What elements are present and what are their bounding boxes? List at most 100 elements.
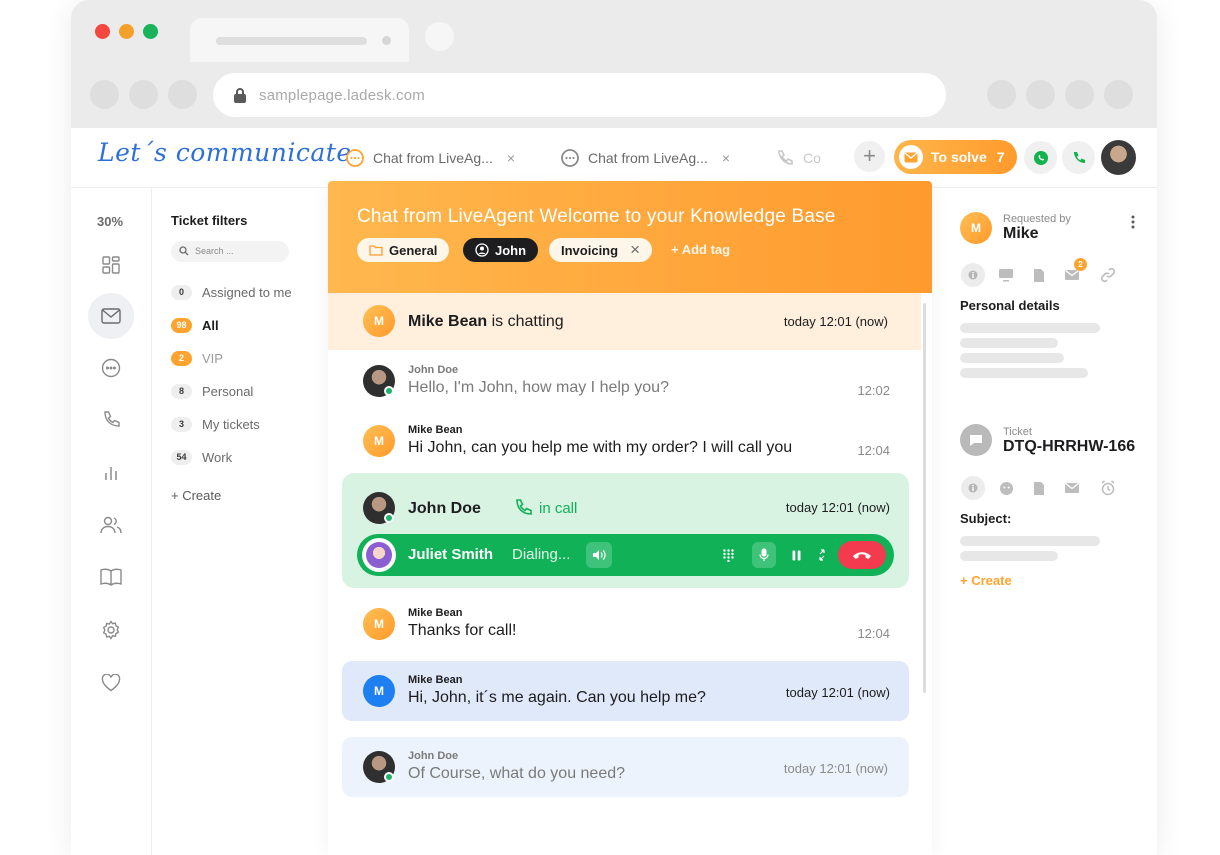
mail-count-badge: 2 xyxy=(1074,258,1087,271)
tab-chat-2[interactable]: Chat from LiveAg... × xyxy=(560,145,730,171)
progress-percent: 30% xyxy=(97,214,124,229)
message-author: Mike Bean xyxy=(408,674,463,686)
call-status-text: in call xyxy=(539,499,578,517)
dashboard-icon[interactable] xyxy=(92,246,130,284)
dialing-status: Dialing... xyxy=(512,546,571,563)
filter-all[interactable]: 98 All xyxy=(171,316,219,334)
whatsapp-button[interactable] xyxy=(1024,141,1057,174)
browser-tab[interactable] xyxy=(190,18,409,62)
toolbar-circle-2[interactable] xyxy=(1026,80,1055,109)
mail-icon[interactable]: 2 xyxy=(1061,258,1087,286)
toolbar-circle-3[interactable] xyxy=(1065,80,1094,109)
skeleton-line xyxy=(960,551,1058,561)
knowledge-base-icon[interactable] xyxy=(92,558,130,596)
user-avatar[interactable] xyxy=(1101,140,1136,175)
phone-icon[interactable] xyxy=(92,401,130,439)
avatar: M xyxy=(363,608,395,640)
forward-button[interactable] xyxy=(129,80,158,109)
address-bar[interactable]: samplepage.ladesk.com xyxy=(213,73,946,117)
monitor-icon[interactable] xyxy=(995,264,1017,286)
chat-status-text: Mike Bean is chatting xyxy=(408,313,564,331)
ticket-header: Chat from LiveAgent Welcome to your Know… xyxy=(328,181,932,293)
skeleton-line xyxy=(960,338,1058,348)
chat-messages: M Mike Bean is chatting today 12:01 (now… xyxy=(328,293,932,855)
pause-icon xyxy=(792,550,800,560)
requester-name: Mike xyxy=(1003,225,1039,242)
back-button[interactable] xyxy=(90,80,119,109)
hold-button[interactable] xyxy=(787,546,805,564)
ticket-filters-panel: Ticket filters Search ... 0 Assigned to m… xyxy=(151,188,328,855)
message-time: 12:04 xyxy=(857,626,890,641)
skeleton-line xyxy=(960,323,1100,333)
reports-icon[interactable] xyxy=(92,454,130,492)
more-options-icon[interactable] xyxy=(1131,215,1135,234)
toolbar-circle-1[interactable] xyxy=(987,80,1016,109)
toolbar-circle-4[interactable] xyxy=(1104,80,1133,109)
close-window-dot[interactable] xyxy=(95,24,110,39)
tag-remove-icon[interactable]: × xyxy=(630,240,640,260)
document-icon[interactable] xyxy=(1028,264,1050,286)
link-icon[interactable] xyxy=(1097,264,1119,286)
whatsapp-icon xyxy=(1033,150,1048,165)
message-author: John Doe xyxy=(408,364,459,376)
tab-close-icon[interactable]: × xyxy=(507,150,515,166)
chat-icon[interactable] xyxy=(92,349,130,387)
maximize-window-dot[interactable] xyxy=(143,24,158,39)
message: Mike Bean Hi John, can you help me with … xyxy=(408,424,792,457)
add-tab-button[interactable]: + xyxy=(854,141,885,172)
tag-general[interactable]: General xyxy=(357,238,450,262)
filter-vip[interactable]: 2 VIP xyxy=(171,349,223,367)
mute-button[interactable] xyxy=(752,542,776,568)
message-time: 12:04 xyxy=(857,443,890,458)
document-icon[interactable] xyxy=(1028,477,1050,499)
settings-icon[interactable] xyxy=(92,611,130,649)
reload-button[interactable] xyxy=(168,80,197,109)
requester-block: Requested by Mike xyxy=(1003,213,1071,243)
info-icon[interactable] xyxy=(961,476,985,500)
heart-icon[interactable] xyxy=(92,664,130,702)
filter-label: Work xyxy=(202,449,233,465)
filter-work[interactable]: 54 Work xyxy=(171,448,232,466)
info-icon[interactable] xyxy=(961,263,985,287)
filter-my-tickets[interactable]: 3 My tickets xyxy=(171,415,260,433)
filter-personal[interactable]: 8 Personal xyxy=(171,382,253,400)
filter-assigned-to-me[interactable]: 0 Assigned to me xyxy=(171,283,292,301)
mail-icon[interactable] xyxy=(88,293,134,339)
phone-button[interactable] xyxy=(1062,141,1095,174)
create-filter-button[interactable]: + Create xyxy=(171,488,221,503)
filter-count: 54 xyxy=(171,449,192,465)
message-text: Hi John, can you help me with my order? … xyxy=(408,439,793,456)
create-ticket-link[interactable]: + Create xyxy=(960,573,1012,588)
filter-label: Personal xyxy=(202,383,254,399)
minimize-window-dot[interactable] xyxy=(119,24,134,39)
new-tab-button[interactable] xyxy=(425,22,454,51)
filter-search-input[interactable]: Search ... xyxy=(171,241,289,262)
transfer-button[interactable] xyxy=(813,546,831,564)
tab-chat-1[interactable]: Chat from LiveAg... × xyxy=(345,145,515,171)
filter-count: 3 xyxy=(171,416,192,432)
mail-icon[interactable] xyxy=(1061,477,1083,499)
face-icon[interactable] xyxy=(995,477,1017,499)
url-text: samplepage.ladesk.com xyxy=(259,87,425,104)
dialpad-button[interactable] xyxy=(719,546,737,564)
list-item: M Mike Bean Hi, John, it´s me again. Can… xyxy=(342,661,909,721)
tab-call[interactable]: Co xyxy=(775,145,821,171)
contacts-icon[interactable] xyxy=(92,506,130,544)
chat-scrollbar[interactable] xyxy=(923,303,926,693)
speaker-button[interactable] xyxy=(586,542,612,568)
hang-up-button[interactable] xyxy=(838,541,886,569)
tag-invoicing[interactable]: Invoicing × xyxy=(549,238,652,262)
tag-john[interactable]: John xyxy=(463,238,539,262)
filter-count: 8 xyxy=(171,383,192,399)
skeleton-line xyxy=(960,353,1064,363)
status-time: today 12:01 (now) xyxy=(783,314,888,329)
alarm-icon[interactable] xyxy=(1097,477,1119,499)
lock-icon xyxy=(234,88,246,103)
folder-icon xyxy=(369,245,383,256)
phone-icon xyxy=(516,499,532,515)
to-solve-count: 7 xyxy=(996,149,1005,165)
add-tag-button[interactable]: + Add tag xyxy=(671,242,730,257)
ticket-block: Ticket DTQ-HRRHW-166 xyxy=(1003,426,1135,456)
tab-close-icon[interactable]: × xyxy=(722,150,730,166)
to-solve-button[interactable]: To solve 7 xyxy=(894,140,1017,174)
